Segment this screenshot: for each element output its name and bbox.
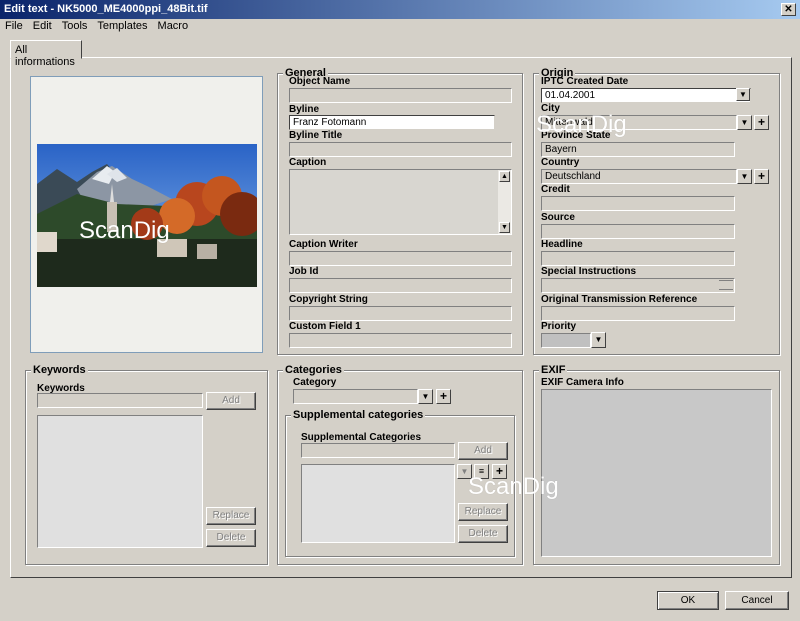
source-field[interactable] (541, 224, 735, 239)
supplemental-category-input[interactable] (301, 443, 455, 458)
menu-edit[interactable]: Edit (28, 19, 57, 36)
supplemental-categories-label: Supplemental Categories (301, 432, 422, 443)
window-close-button[interactable]: ✕ (781, 3, 796, 16)
credit-label: Credit (541, 184, 570, 195)
supplemental-categories-list[interactable] (301, 464, 455, 543)
menu-bar: File Edit Tools Templates Macro (0, 19, 800, 36)
copyright-field[interactable] (289, 306, 512, 321)
exif-camera-info-label: EXIF Camera Info (541, 377, 624, 388)
byline-field[interactable]: Franz Fotomann (289, 115, 495, 130)
custom-field-1-field[interactable] (289, 333, 512, 348)
special-instructions-field[interactable] (541, 278, 735, 293)
menu-tools[interactable]: Tools (57, 19, 93, 36)
object-name-label: Object Name (289, 76, 351, 87)
job-id-field[interactable] (289, 278, 512, 293)
job-id-label: Job Id (289, 266, 319, 277)
scroll-up-icon[interactable]: ▲ (499, 171, 510, 182)
exif-group-title: EXIF (539, 364, 568, 377)
keywords-list[interactable] (37, 415, 203, 548)
otr-field[interactable] (541, 306, 735, 321)
priority-label: Priority (541, 321, 577, 332)
object-name-field[interactable] (289, 88, 512, 103)
keywords-add-button[interactable]: Add (206, 392, 256, 410)
categories-group-title: Categories (283, 364, 344, 377)
keywords-input[interactable] (37, 393, 203, 408)
category-label: Category (293, 377, 337, 388)
priority-dropdown-icon[interactable]: ▼ (591, 332, 606, 348)
caption-writer-label: Caption Writer (289, 239, 358, 250)
window-title-bar[interactable]: Edit text - NK5000_ME4000ppi_48Bit.tif (0, 0, 800, 19)
caption-scrollbar[interactable]: ▲ ▼ (498, 170, 511, 234)
city-add-icon[interactable]: + (754, 115, 769, 130)
country-field[interactable]: Deutschland (541, 169, 737, 184)
country-dropdown-icon[interactable]: ▼ (737, 169, 752, 184)
watermark-text: ScanDig (536, 111, 627, 138)
copyright-label: Copyright String (289, 294, 368, 305)
iptc-date-field[interactable]: 01.04.2001 (541, 88, 751, 103)
image-preview-frame: ScanDig (30, 76, 263, 353)
keywords-delete-button[interactable]: Delete (206, 529, 256, 547)
supplemental-group-title: Supplemental categories (291, 409, 426, 422)
supplemental-replace-button[interactable]: Replace (458, 503, 508, 521)
cancel-button[interactable]: Cancel (725, 591, 789, 610)
close-icon: ✕ (784, 4, 793, 15)
credit-field[interactable] (541, 196, 735, 211)
ok-button[interactable]: OK (657, 591, 719, 610)
scroll-down-icon[interactable]: ▼ (499, 222, 510, 233)
byline-title-label: Byline Title (289, 130, 343, 141)
keywords-replace-button[interactable]: Replace (206, 507, 256, 525)
exif-camera-info-box[interactable] (541, 389, 772, 557)
iptc-date-label: IPTC Created Date (541, 76, 629, 87)
menu-file[interactable]: File (0, 19, 28, 36)
custom-field-1-label: Custom Field 1 (289, 321, 361, 332)
category-field[interactable] (293, 389, 418, 404)
date-dropdown-icon[interactable]: ▼ (736, 88, 750, 101)
special-instructions-spin-icon[interactable] (719, 280, 733, 290)
caption-textarea[interactable]: ▲ ▼ (289, 169, 512, 235)
menu-templates[interactable]: Templates (92, 19, 152, 36)
province-field[interactable]: Bayern (541, 142, 735, 157)
window-title: Edit text - NK5000_ME4000ppi_48Bit.tif (4, 3, 208, 15)
byline-label: Byline (289, 104, 320, 115)
tab-all-informations[interactable]: All informations (10, 40, 82, 68)
special-instructions-label: Special Instructions (541, 266, 637, 277)
watermark-text: ScanDig (468, 473, 559, 500)
country-label: Country (541, 157, 580, 168)
menu-macro[interactable]: Macro (153, 19, 194, 36)
category-dropdown-icon[interactable]: ▼ (418, 389, 433, 404)
byline-title-field[interactable] (289, 142, 512, 157)
keywords-group-title: Keywords (31, 364, 88, 377)
watermark-text: ScanDig (79, 217, 170, 244)
caption-writer-field[interactable] (289, 251, 512, 266)
category-add-icon[interactable]: + (436, 389, 451, 404)
preview-image (37, 144, 257, 287)
headline-field[interactable] (541, 251, 735, 266)
priority-field[interactable] (541, 333, 591, 348)
source-label: Source (541, 212, 575, 223)
supplemental-delete-button[interactable]: Delete (458, 525, 508, 543)
country-add-icon[interactable]: + (754, 169, 769, 184)
headline-label: Headline (541, 239, 583, 250)
supplemental-add-button[interactable]: Add (458, 442, 508, 460)
city-dropdown-icon[interactable]: ▼ (737, 115, 752, 130)
otr-label: Original Transmission Reference (541, 294, 698, 305)
caption-label: Caption (289, 157, 327, 168)
